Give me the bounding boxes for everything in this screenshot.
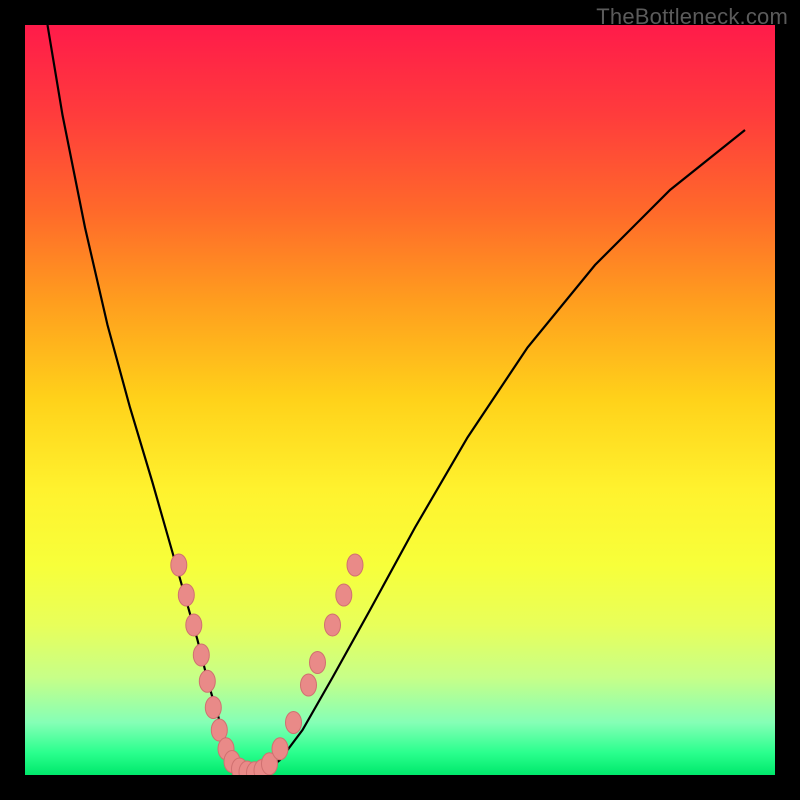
curve-marker: [205, 697, 221, 719]
chart-frame: TheBottleneck.com: [0, 0, 800, 800]
curve-marker: [232, 758, 248, 775]
curve-marker: [347, 554, 363, 576]
curve-marker: [272, 738, 288, 760]
curve-marker: [199, 670, 215, 692]
curve-marker: [186, 614, 202, 636]
curve-marker: [336, 584, 352, 606]
curve-marker: [262, 753, 278, 775]
curve-marker: [239, 761, 255, 775]
marker-group: [171, 554, 363, 775]
curve-marker: [178, 584, 194, 606]
plot-area: [25, 25, 775, 775]
curve-marker: [301, 674, 317, 696]
curve-marker: [254, 760, 270, 776]
curve-marker: [224, 751, 240, 773]
curve-marker: [218, 738, 234, 760]
curve-marker: [247, 762, 263, 775]
chart-overlay: [25, 25, 775, 775]
curve-marker: [310, 652, 326, 674]
curve-marker: [211, 719, 227, 741]
curve-marker: [286, 712, 302, 734]
curve-marker: [325, 614, 341, 636]
curve-marker: [171, 554, 187, 576]
curve-marker: [193, 644, 209, 666]
bottleneck-curve: [48, 25, 746, 775]
